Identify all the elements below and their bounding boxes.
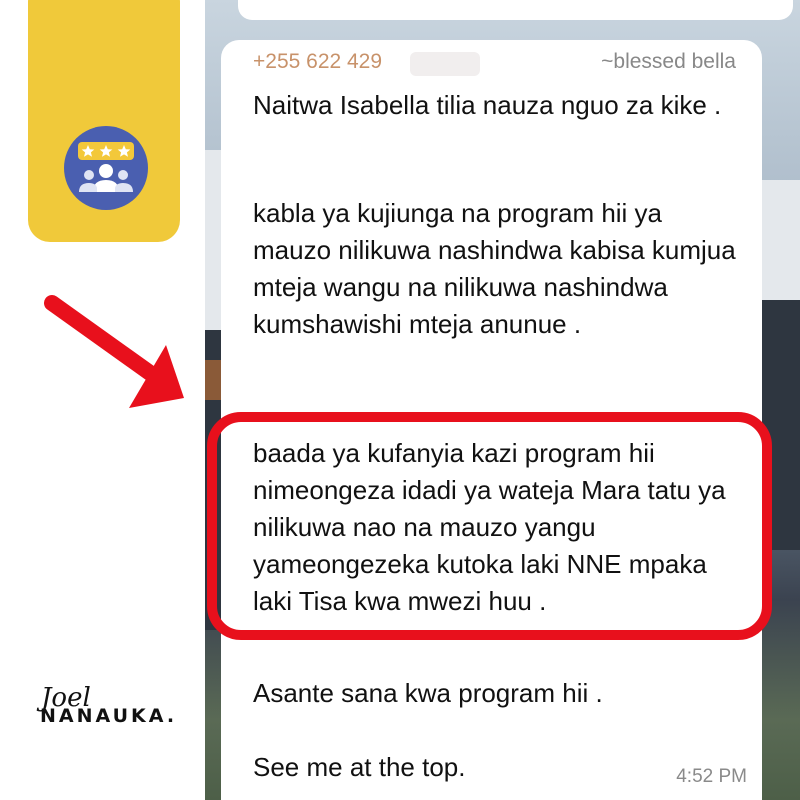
phone-redaction	[410, 52, 480, 76]
brand-logo: NANAUKA.	[40, 705, 178, 727]
sender-name: ~blessed bella	[601, 50, 736, 73]
previous-message-bubble	[238, 0, 793, 20]
left-panel	[0, 0, 205, 800]
sender-phone[interactable]: +255 622 429	[253, 50, 382, 74]
message-timestamp: 4:52 PM	[676, 766, 747, 787]
message-paragraph-2: kabla ya kujiunga na program hii ya mauz…	[253, 198, 736, 339]
highlight-box	[207, 412, 772, 640]
message-paragraph-4: Asante sana kwa program hii .	[253, 678, 603, 708]
message-paragraph-5: See me at the top.	[253, 752, 466, 782]
rating-stars-group-icon	[64, 126, 148, 210]
message-paragraph-1: Naitwa Isabella tilia nauza nguo za kike…	[253, 90, 722, 120]
